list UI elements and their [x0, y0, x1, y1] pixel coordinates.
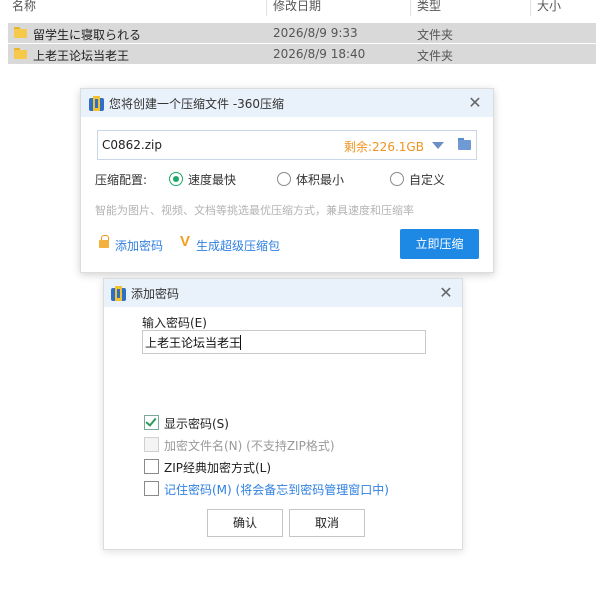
remaining-space: 剩余:226.1GB — [344, 140, 424, 154]
column-divider[interactable] — [530, 0, 531, 16]
compress-now-button[interactable]: 立即压缩 — [400, 229, 479, 259]
360zip-app-icon — [89, 96, 104, 111]
encrypt-filenames-label: 加密文件名(N) (不支持ZIP格式) — [164, 439, 335, 453]
file-row[interactable]: 上老王论坛当老王 2026/8/9 18:40 文件夹 — [8, 44, 596, 64]
password-input[interactable]: 上老王论坛当老王 — [142, 330, 426, 354]
file-modified: 2026/8/9 18:40 — [273, 47, 366, 61]
radio-smallest[interactable] — [277, 172, 291, 186]
show-password-checkbox[interactable] — [144, 415, 159, 430]
super-pack-icon[interactable]: V — [180, 233, 190, 250]
compress-config-label: 压缩配置: — [95, 173, 148, 187]
compress-dialog: 您将创建一个压缩文件 -360压缩 ✕ C0862.zip 剩余:226.1GB… — [80, 88, 494, 273]
confirm-button[interactable]: 确认 — [207, 509, 283, 537]
browse-folder-icon[interactable] — [458, 138, 471, 150]
file-name: 上老王论坛当老王 — [33, 49, 130, 63]
360zip-app-icon — [111, 286, 126, 301]
radio-custom[interactable] — [390, 172, 404, 186]
add-password-dialog: 添加密码 ✕ 输入密码(E) 上老王论坛当老王 显示密码(S) 加密文件名(N)… — [103, 278, 463, 550]
radio-fastest-label[interactable]: 速度最快 — [188, 171, 236, 188]
column-name[interactable]: 名称 — [12, 0, 36, 14]
file-modified: 2026/8/9 9:33 — [273, 26, 358, 40]
archive-path-field[interactable]: C0862.zip 剩余:226.1GB — [97, 130, 477, 160]
column-modified[interactable]: 修改日期 — [273, 0, 321, 14]
radio-smallest-label[interactable]: 体积最小 — [296, 171, 344, 188]
column-divider[interactable] — [410, 0, 411, 16]
chevron-down-icon[interactable] — [432, 142, 444, 149]
file-type: 文件夹 — [417, 49, 454, 63]
text-caret — [240, 335, 241, 350]
show-password-label[interactable]: 显示密码(S) — [164, 415, 229, 432]
zip-classic-encryption-checkbox[interactable] — [144, 459, 159, 474]
archive-filename[interactable]: C0862.zip — [102, 138, 162, 152]
password-field-label: 输入密码(E) — [142, 316, 207, 330]
password-dialog-title: 添加密码 — [131, 287, 180, 301]
radio-custom-label[interactable]: 自定义 — [409, 171, 445, 188]
lock-icon[interactable] — [99, 235, 109, 248]
compress-hint: 智能为图片、视频、文档等挑选最优压缩方式，兼具速度和压缩率 — [95, 204, 414, 217]
file-name: 留学生に寝取られる — [33, 28, 142, 42]
close-icon[interactable]: ✕ — [467, 95, 483, 111]
file-list-header: 名称 修改日期 类型 大小 — [0, 0, 604, 18]
add-password-link[interactable]: 添加密码 — [115, 237, 163, 254]
password-value[interactable]: 上老王论坛当老王 — [145, 334, 241, 351]
zip-classic-encryption-label[interactable]: ZIP经典加密方式(L) — [164, 459, 271, 476]
super-pack-link[interactable]: 生成超级压缩包 — [196, 237, 280, 254]
compress-dialog-title: 您将创建一个压缩文件 -360压缩 — [109, 97, 285, 111]
file-row[interactable]: 留学生に寝取られる 2026/8/9 9:33 文件夹 — [8, 23, 596, 43]
folder-icon — [14, 27, 27, 38]
password-dialog-titlebar[interactable]: 添加密码 ✕ — [104, 279, 462, 307]
compress-dialog-titlebar[interactable]: 您将创建一个压缩文件 -360压缩 ✕ — [81, 89, 493, 117]
file-type: 文件夹 — [417, 28, 454, 42]
column-divider[interactable] — [266, 0, 267, 16]
folder-icon — [14, 48, 27, 59]
encrypt-filenames-checkbox — [144, 437, 159, 452]
column-type[interactable]: 类型 — [417, 0, 441, 14]
cancel-button[interactable]: 取消 — [289, 509, 365, 537]
radio-fastest[interactable] — [169, 172, 183, 186]
remember-password-checkbox[interactable] — [144, 481, 159, 496]
close-icon[interactable]: ✕ — [438, 285, 454, 301]
remember-password-label[interactable]: 记住密码(M) (将会备忘到密码管理窗口中) — [164, 481, 389, 498]
column-size[interactable]: 大小 — [537, 0, 561, 14]
